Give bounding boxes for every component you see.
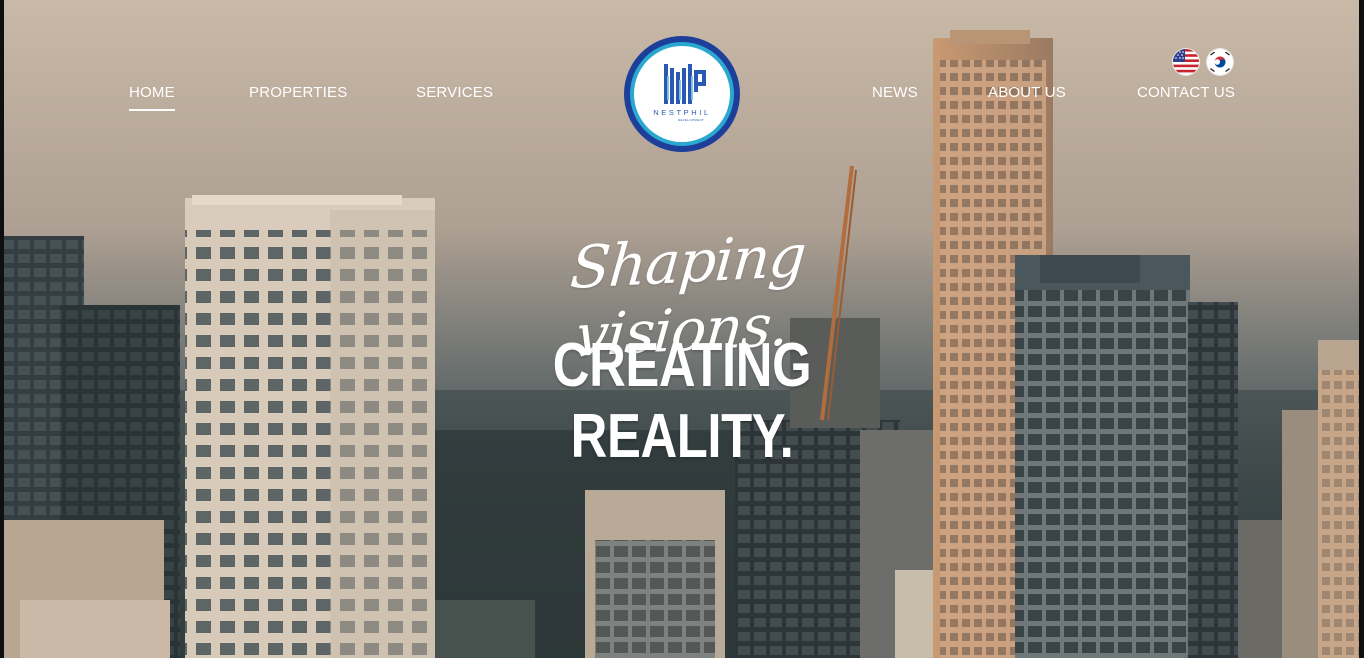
logo-ring: NESTPHIL DEVELOPMENT (630, 42, 734, 146)
nav-properties-link[interactable]: PROPERTIES (249, 84, 347, 101)
nestphil-logo[interactable]: NESTPHIL DEVELOPMENT (624, 36, 740, 152)
left-frame-edge (0, 0, 4, 658)
logo-subtitle-text: DEVELOPMENT (678, 118, 704, 122)
right-frame-edge (1359, 0, 1364, 658)
nav-news-link[interactable]: NEWS (872, 84, 918, 101)
us-flag-icon[interactable] (1173, 49, 1199, 75)
logo-core: NESTPHIL DEVELOPMENT (634, 46, 730, 142)
building-mark-icon (664, 64, 706, 104)
nav-home-link[interactable]: HOME (129, 84, 175, 111)
nav-about-us-link[interactable]: ABOUT US (988, 84, 1066, 101)
korea-flag-icon[interactable] (1207, 49, 1233, 75)
hero-main-headline: CREATING REALITY. (552, 331, 812, 471)
logo-brand-text: NESTPHIL (653, 108, 711, 117)
nav-contact-us-link[interactable]: CONTACT US (1137, 84, 1235, 101)
hero-section: HOME PROPERTIES SERVICES NEWS ABOUT US C… (0, 0, 1364, 658)
nav-services-link[interactable]: SERVICES (416, 84, 493, 101)
